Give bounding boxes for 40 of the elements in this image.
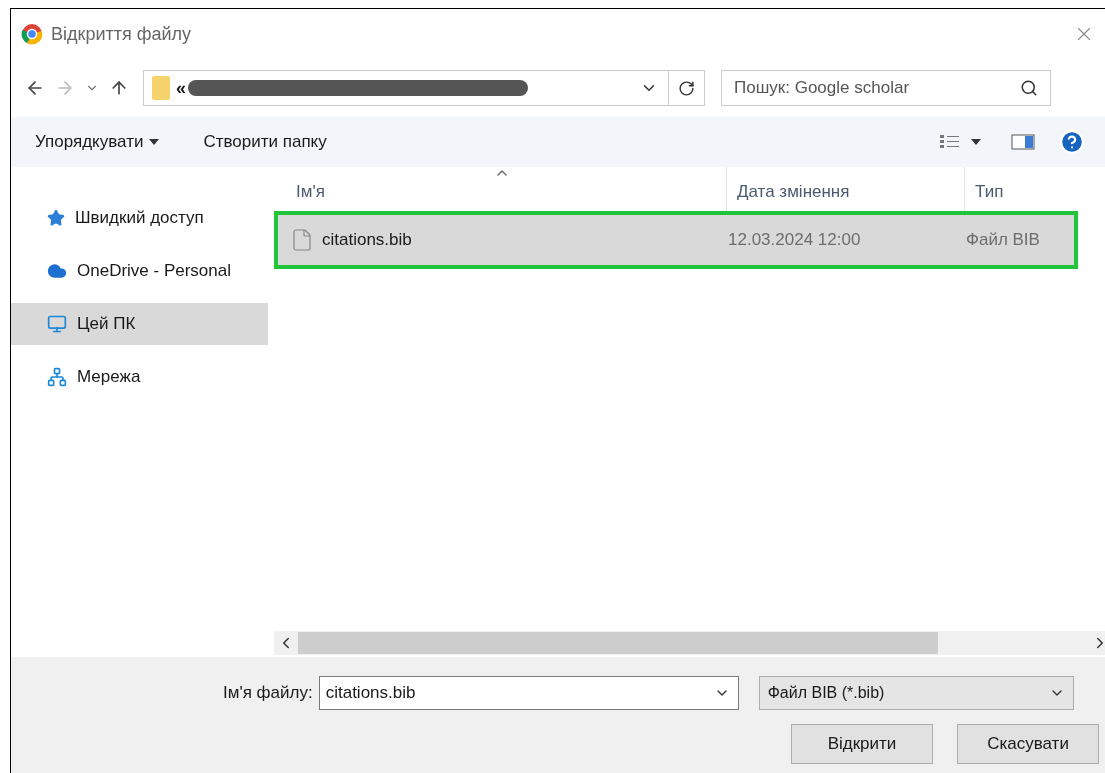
caret-icon [149, 139, 160, 145]
help-icon[interactable] [1059, 129, 1085, 155]
monitor-icon [47, 314, 67, 334]
network-icon [47, 367, 67, 387]
horizontal-scrollbar[interactable] [274, 631, 1105, 655]
star-icon [47, 209, 65, 227]
scrollbar-thumb[interactable] [298, 632, 938, 654]
file-date: 12.03.2024 12:00 [727, 229, 862, 252]
search-icon[interactable] [1020, 79, 1038, 97]
sidebar-item[interactable]: Швидкий доступ [11, 197, 268, 239]
window-title: Відкриття файлу [51, 22, 192, 46]
file-name-field[interactable]: citations.bib [318, 676, 739, 710]
search-field[interactable]: Пошук: Google scholar [721, 70, 1051, 106]
sidebar-item[interactable]: Цей ПК [11, 303, 268, 345]
dialog-button[interactable]: Скасувати [957, 724, 1099, 764]
address-bar[interactable]: « [143, 70, 705, 106]
new-folder-button[interactable]: Створити папку [203, 129, 327, 155]
file-name: citations.bib [322, 229, 412, 252]
sidebar-label: Мережа [77, 366, 141, 389]
path-prefix: « [176, 76, 186, 100]
column-header[interactable]: Ім'я [274, 167, 726, 211]
caret-icon[interactable] [971, 139, 981, 145]
preview-pane-icon[interactable] [1011, 133, 1035, 151]
refresh-icon[interactable] [678, 79, 695, 97]
file-name-label: Ім'я файлу: [223, 682, 313, 705]
folder-icon [152, 76, 170, 100]
sidebar-label: OneDrive - Personal [77, 260, 231, 283]
organize-menu-button[interactable]: Упорядкувати [35, 129, 160, 155]
dialog-button[interactable]: Відкрити [791, 724, 933, 764]
view-options-icon[interactable] [939, 133, 961, 151]
browser-logo-icon [21, 23, 43, 45]
sidebar-item[interactable]: OneDrive - Personal [11, 250, 268, 292]
sidebar-label: Цей ПК [77, 313, 136, 336]
file-type-select[interactable]: Файл BIB (*.bib) [758, 676, 1074, 710]
file-type: Файл BIB [965, 229, 1040, 252]
sidebar-label: Швидкий доступ [75, 207, 204, 230]
cloud-icon [47, 261, 67, 281]
sidebar-item[interactable]: Мережа [11, 356, 268, 398]
file-icon [290, 227, 314, 253]
file-row[interactable]: citations.bib 12.03.2024 12:00 Файл BIB [274, 211, 1078, 269]
